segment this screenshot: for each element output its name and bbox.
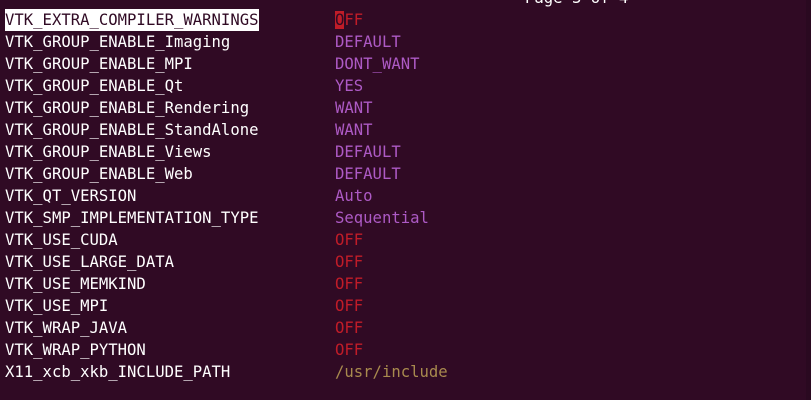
cache-entry-key[interactable]: VTK_GROUP_ENABLE_StandAlone <box>5 119 258 141</box>
cache-entry-key[interactable]: VTK_USE_LARGE_DATA <box>5 251 174 273</box>
cache-entry-key[interactable]: VTK_USE_CUDA <box>5 229 118 251</box>
cache-entry-key[interactable]: VTK_USE_MPI <box>5 295 108 317</box>
cache-entry-value[interactable]: OFF <box>335 339 363 361</box>
cache-entry-key[interactable]: VTK_GROUP_ENABLE_Imaging <box>5 31 230 53</box>
text-cursor: O <box>335 11 345 29</box>
cache-entry-value[interactable]: OFF <box>335 251 363 273</box>
cache-entry-value[interactable]: YES <box>335 75 363 97</box>
cache-entry-value[interactable]: OFF <box>335 317 363 339</box>
cache-entry-key-selected[interactable]: VTK_EXTRA_COMPILER_WARNINGS <box>5 9 260 31</box>
cache-entry-row[interactable]: X11_xcb_xkb_INCLUDE_PATH /usr/include <box>0 361 806 383</box>
cache-entry-row[interactable]: VTK_GROUP_ENABLE_Views DEFAULT <box>0 141 806 163</box>
cache-entry-row[interactable]: VTK_SMP_IMPLEMENTATION_TYPE Sequential <box>0 207 806 229</box>
cache-entry-value[interactable]: DEFAULT <box>335 31 401 53</box>
cache-entry-value[interactable]: DEFAULT <box>335 141 401 163</box>
cache-entry-row[interactable]: VTK_GROUP_ENABLE_MPI DONT_WANT <box>0 53 806 75</box>
cache-entry-value[interactable]: WANT <box>335 97 373 119</box>
cache-entry-value[interactable]: WANT <box>335 119 373 141</box>
cache-entry-key[interactable]: VTK_GROUP_ENABLE_Views <box>5 141 212 163</box>
cache-entry-key[interactable]: VTK_SMP_IMPLEMENTATION_TYPE <box>5 207 258 229</box>
cache-entry-value[interactable]: OFF <box>335 295 363 317</box>
cache-entry-row[interactable]: VTK_USE_MEMKIND OFF <box>0 273 806 295</box>
cache-entry-key[interactable]: VTK_GROUP_ENABLE_MPI <box>5 53 193 75</box>
cache-entry-value[interactable]: Auto <box>335 185 373 207</box>
cache-entry-row[interactable]: VTK_GROUP_ENABLE_Web DEFAULT <box>0 163 806 185</box>
cache-entry-row[interactable]: VTK_GROUP_ENABLE_Imaging DEFAULT <box>0 31 806 53</box>
cache-entry-key[interactable]: VTK_GROUP_ENABLE_Qt <box>5 75 183 97</box>
cache-entry-row[interactable]: VTK_WRAP_PYTHON OFF <box>0 339 806 361</box>
cache-entry-row[interactable]: VTK_QT_VERSION Auto <box>0 185 806 207</box>
scrollbar[interactable] <box>806 0 811 400</box>
cache-entry-row[interactable]: VTK_GROUP_ENABLE_Rendering WANT <box>0 97 806 119</box>
cache-entry-value[interactable]: DONT_WANT <box>335 53 420 75</box>
cache-entry-row[interactable]: VTK_USE_CUDA OFF <box>0 229 806 251</box>
cache-entry-key[interactable]: VTK_QT_VERSION <box>5 185 136 207</box>
cache-entry-row[interactable]: VTK_USE_LARGE_DATA OFF <box>0 251 806 273</box>
page-indicator: Page 3 of 4 <box>525 0 628 9</box>
cache-entry-value[interactable]: /usr/include <box>335 361 448 383</box>
cache-entry-row[interactable]: VTK_GROUP_ENABLE_StandAlone WANT <box>0 119 806 141</box>
cache-entry-key[interactable]: VTK_WRAP_PYTHON <box>5 339 146 361</box>
terminal-window: Page 3 of 4 VTK_EXTRA_COMPILER_WARNINGS … <box>0 0 811 400</box>
cache-entry-row[interactable]: VTK_GROUP_ENABLE_Qt YES <box>0 75 806 97</box>
cache-entry-row-selected[interactable]: VTK_EXTRA_COMPILER_WARNINGS OFF <box>0 9 806 31</box>
cache-entry-key[interactable]: VTK_GROUP_ENABLE_Web <box>5 163 193 185</box>
cache-entry-value[interactable]: Sequential <box>335 207 429 229</box>
cache-entry-key[interactable]: VTK_USE_MEMKIND <box>5 273 146 295</box>
cache-entry-key[interactable]: X11_xcb_xkb_INCLUDE_PATH <box>5 361 230 383</box>
cache-entry-value[interactable]: OFF <box>335 229 363 251</box>
cache-entry-key[interactable]: VTK_GROUP_ENABLE_Rendering <box>5 97 249 119</box>
cache-entry-key[interactable]: VTK_WRAP_JAVA <box>5 317 127 339</box>
cache-entry-value[interactable]: OFF <box>335 9 363 31</box>
cache-entry-row[interactable]: VTK_USE_MPI OFF <box>0 295 806 317</box>
cache-entry-value[interactable]: OFF <box>335 273 363 295</box>
cache-entry-value[interactable]: DEFAULT <box>335 163 401 185</box>
cache-entry-value-rest: FF <box>344 11 364 29</box>
cache-entry-row[interactable]: VTK_WRAP_JAVA OFF <box>0 317 806 339</box>
cache-entry-list: VTK_EXTRA_COMPILER_WARNINGS OFF VTK_GROU… <box>0 9 806 383</box>
